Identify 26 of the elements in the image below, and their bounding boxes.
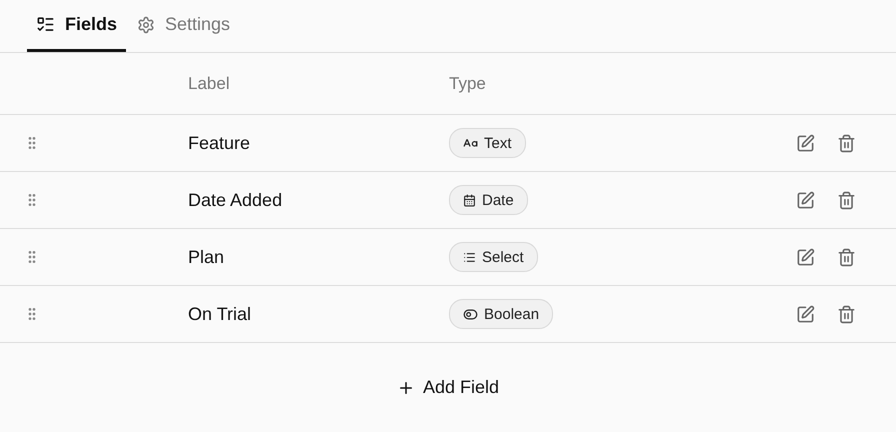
add-field-button[interactable]: Add Field [390, 376, 506, 399]
trash-icon[interactable] [837, 190, 856, 210]
edit-icon[interactable] [796, 304, 815, 324]
list-icon [36, 15, 55, 34]
trash-icon[interactable] [837, 134, 856, 152]
field-label: Feature [188, 132, 252, 154]
type-badge: Date [449, 185, 528, 215]
tab[interactable]: Settings [128, 0, 240, 52]
type-badge: Text [449, 128, 526, 158]
settings-icon [137, 16, 156, 34]
list-icon [463, 250, 476, 264]
column-header: Label [188, 74, 231, 94]
toggle-icon [463, 306, 478, 322]
calendar-icon [463, 194, 476, 206]
trash-icon[interactable] [837, 248, 856, 266]
trash-icon[interactable] [837, 304, 856, 324]
field-label: On Trial [188, 304, 252, 324]
type-badge: Boolean [449, 299, 554, 329]
field-label: Plan [188, 246, 226, 268]
type-badge: Select [449, 242, 538, 272]
edit-icon[interactable] [796, 134, 815, 152]
column-header: Type [449, 74, 487, 94]
edit-icon[interactable] [796, 190, 815, 210]
tab[interactable]: Fields [27, 0, 126, 52]
edit-icon[interactable] [796, 248, 815, 266]
field-label: Date Added [188, 190, 284, 210]
